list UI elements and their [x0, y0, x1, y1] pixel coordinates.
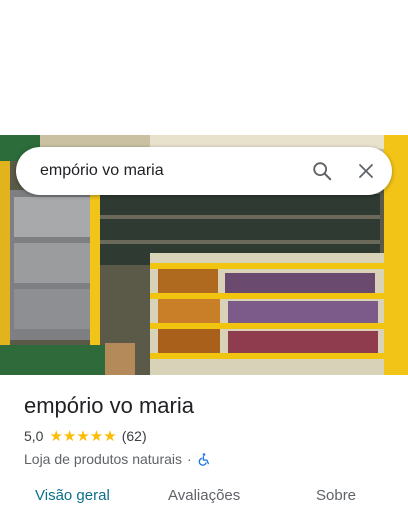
rating-row[interactable]: 5,0 ★★★★★ (62) [24, 427, 392, 445]
place-category: Loja de produtos naturais [24, 451, 182, 467]
tab-overview[interactable]: Visão geral [35, 487, 110, 504]
search-button[interactable] [300, 149, 344, 193]
tab-about[interactable]: Sobre [316, 487, 356, 504]
search-input[interactable]: empório vo maria [40, 162, 300, 180]
category-row: Loja de produtos naturais · [24, 451, 392, 467]
close-icon [359, 164, 373, 178]
star-rating: ★★★★★ [49, 428, 117, 445]
tab-reviews[interactable]: Avaliações [168, 487, 240, 504]
rating-value: 5,0 [24, 428, 44, 444]
place-tabs: Visão geral Avaliações Sobre [0, 480, 408, 510]
place-info: empório vo maria 5,0 ★★★★★ (62) Loja de … [24, 392, 392, 467]
place-title: empório vo maria [24, 393, 194, 418]
clear-button[interactable] [344, 149, 388, 193]
search-icon [313, 162, 332, 181]
wheelchair-icon [198, 452, 209, 466]
separator: · [187, 451, 192, 467]
search-bar[interactable]: empório vo maria [16, 147, 392, 195]
review-count: (62) [121, 428, 147, 444]
